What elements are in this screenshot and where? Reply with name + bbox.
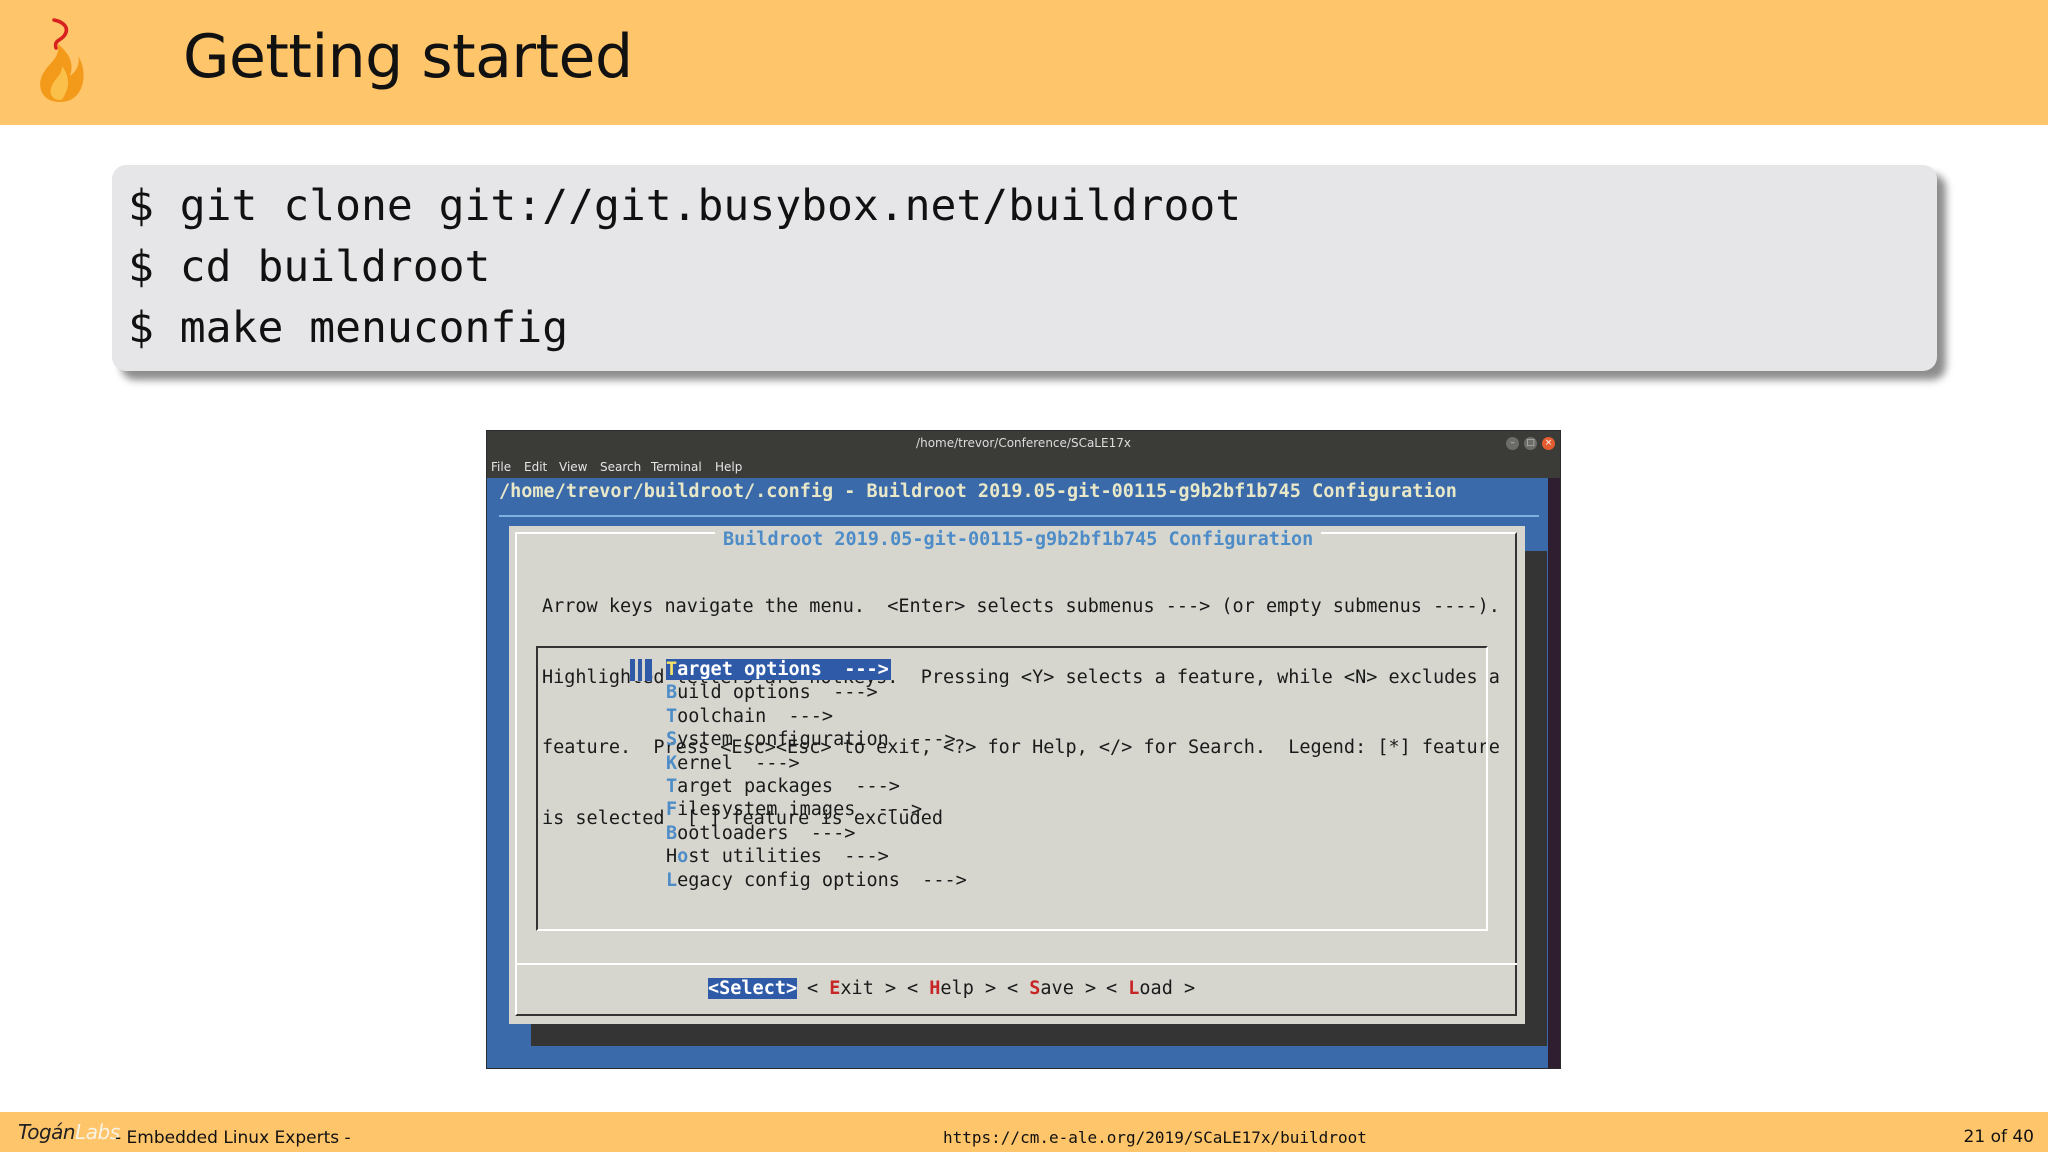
menu-terminal[interactable]: Terminal (651, 460, 702, 474)
brand-labs: Labs (75, 1120, 120, 1144)
slide-footer: TogánLabs - Embedded Linux Experts - htt… (0, 1112, 2048, 1152)
footer-url[interactable]: https://cm.e-ale.org/2019/SCaLE17x/build… (943, 1128, 1367, 1147)
menu-item[interactable]: Target options ---> (666, 659, 891, 680)
slide-header: Getting started (0, 0, 2048, 125)
button-hotkey: S (1029, 978, 1041, 999)
menu-item-hotkey: o (677, 846, 689, 868)
page-number: 21 of 40 (1963, 1127, 2034, 1147)
menu-view[interactable]: View (559, 460, 587, 474)
menu-item-text: oolchain ---> (677, 705, 834, 727)
menu-item-text: st utilities ---> (688, 846, 889, 868)
button-separator (515, 963, 1517, 965)
select-button[interactable]: <Select> (708, 978, 798, 999)
exit-button[interactable]: < Exit > (807, 978, 896, 999)
menu-help[interactable]: Help (715, 460, 742, 474)
button-text: xit > (840, 978, 897, 999)
menu-item[interactable]: Target packages ---> (666, 776, 900, 797)
button-text: elp > (940, 978, 997, 999)
menu-list: Target options ---> Build options ---> Too… (536, 646, 1488, 931)
menu-item[interactable]: Legacy config options ---> (666, 870, 967, 891)
menu-item-hotkey: B (666, 682, 678, 704)
menu-file[interactable]: File (491, 460, 511, 474)
menu-item-text: H (666, 846, 678, 868)
button-text: < (1007, 978, 1030, 999)
menu-item-text: ystem configuration ---> (677, 729, 956, 751)
menu-item-hotkey: K (666, 752, 678, 774)
button-hotkey: H (929, 978, 941, 999)
menu-edit[interactable]: Edit (524, 460, 547, 474)
cursor-indicator (630, 659, 652, 681)
menu-item[interactable]: Toolchain ---> (666, 706, 833, 727)
menu-item-text: egacy config options ---> (677, 869, 967, 891)
menu-search[interactable]: Search (600, 460, 641, 474)
menu-item-hotkey: T (666, 659, 678, 680)
menu-item-text: ernel ---> (677, 752, 800, 774)
menu-item-text: ilesystem images ---> (677, 799, 923, 821)
footer-tagline: - Embedded Linux Experts - (115, 1128, 351, 1148)
menu-item-hotkey: F (666, 799, 678, 821)
menu-item-text: arget options ---> (677, 659, 889, 680)
button-text: < (807, 978, 830, 999)
save-button[interactable]: < Save > (1007, 978, 1096, 999)
menu-item[interactable]: System configuration ---> (666, 729, 956, 750)
config-path: /home/trevor/buildroot/.config - Buildro… (499, 481, 1457, 502)
menu-item-text: ootloaders ---> (677, 822, 856, 844)
menu-item[interactable]: Build options ---> (666, 682, 878, 703)
button-hotkey: L (1128, 978, 1140, 999)
menu-item[interactable]: Host utilities ---> (666, 846, 889, 867)
menuconfig-dialog: Buildroot 2019.05-git-00115-g9b2bf1b745 … (509, 526, 1525, 1024)
flame-logo-icon (40, 18, 84, 102)
terminal-window: /home/trevor/Conference/SCaLE17x – □ × F… (486, 430, 1561, 1069)
divider (499, 515, 1539, 517)
button-hotkey: E (829, 978, 841, 999)
slide-title: Getting started (183, 22, 633, 92)
button-text: < (907, 978, 930, 999)
close-icon[interactable]: × (1542, 437, 1555, 450)
button-text: oad > (1139, 978, 1196, 999)
menu-item-text: arget packages ---> (677, 776, 900, 797)
menu-item[interactable]: Kernel ---> (666, 753, 800, 774)
help-button[interactable]: < Help > (907, 978, 996, 999)
menu-item-text: uild options ---> (677, 682, 878, 704)
help-line: Arrow keys navigate the menu. <Enter> se… (542, 596, 1500, 617)
menu-item-hotkey: S (666, 729, 678, 751)
menu-item[interactable]: Filesystem images ---> (666, 799, 922, 820)
button-text: < (1106, 978, 1129, 999)
menu-item[interactable]: Bootloaders ---> (666, 823, 855, 844)
button-text: ave > (1040, 978, 1097, 999)
code-line: $ cd buildroot (128, 242, 491, 292)
menu-item-hotkey: B (666, 822, 678, 844)
terminal-menubar: File Edit View Search Terminal Help (487, 456, 1560, 478)
terminal-edge (1548, 478, 1560, 1068)
code-line: $ make menuconfig (128, 303, 569, 353)
code-line: $ git clone git://git.busybox.net/buildr… (128, 181, 1242, 231)
menu-item-hotkey: T (666, 776, 678, 797)
dialog-title: Buildroot 2019.05-git-00115-g9b2bf1b745 … (715, 529, 1322, 550)
menu-item-hotkey: L (666, 869, 678, 891)
window-titlebar: /home/trevor/Conference/SCaLE17x – □ × (487, 431, 1560, 456)
window-title: /home/trevor/Conference/SCaLE17x (916, 436, 1131, 450)
code-block: $ git clone git://git.busybox.net/buildr… (112, 165, 1937, 371)
brand-main: Togán (18, 1120, 76, 1144)
minimize-icon[interactable]: – (1506, 437, 1519, 450)
maximize-icon[interactable]: □ (1524, 437, 1537, 450)
load-button[interactable]: < Load > (1106, 978, 1195, 999)
menu-item-hotkey: T (666, 705, 678, 727)
brand-logo: TogánLabs (18, 1120, 120, 1144)
